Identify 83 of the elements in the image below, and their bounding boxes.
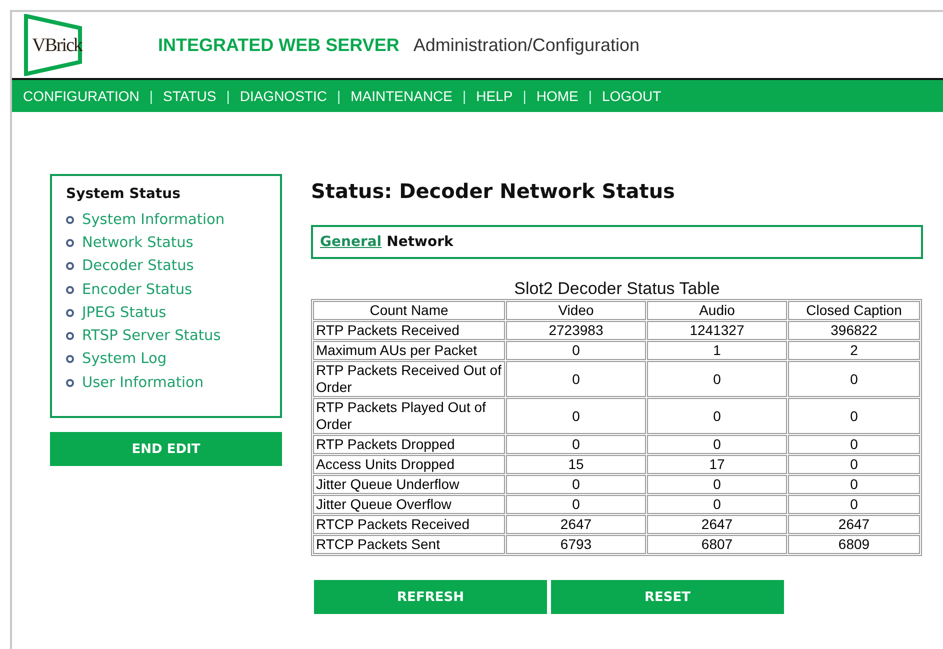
bullet-icon [66, 378, 74, 387]
product-name: INTEGRATED WEB SERVER [158, 34, 400, 56]
table-cell: RTCP Packets Received [313, 515, 505, 534]
table-cell: 17 [647, 455, 787, 474]
table-cell: 15 [506, 455, 646, 474]
table-cell: 2 [788, 341, 920, 360]
table-cell: 2647 [506, 515, 646, 534]
end-edit-button[interactable]: END EDIT [50, 432, 282, 466]
table-cell: 0 [647, 398, 787, 434]
page-title: Status: Decoder Network Status [311, 179, 676, 203]
table-cell: RTP Packets Received [313, 321, 505, 340]
table-cell: RTP Packets Played Out of Order [313, 398, 505, 434]
table-cell: 0 [788, 495, 920, 514]
table-cell: 0 [788, 398, 920, 434]
table-cell: 1241327 [647, 321, 787, 340]
table-cell: 0 [506, 495, 646, 514]
table-cell: 2647 [788, 515, 920, 534]
table-cell: 0 [506, 341, 646, 360]
nav-link[interactable]: CONFIGURATION [23, 88, 140, 104]
table-cell: 0 [647, 475, 787, 494]
sidebar-link[interactable]: JPEG Status [82, 304, 166, 321]
table-cell: 0 [647, 361, 787, 397]
bullet-icon [66, 286, 74, 294]
table-cell: 2723983 [506, 321, 646, 340]
table-cell: RTP Packets Received Out of Order [313, 361, 505, 397]
column-header: Count Name [313, 301, 505, 320]
table-cell: 0 [788, 475, 920, 494]
nav-link[interactable]: STATUS [163, 88, 216, 104]
tab[interactable]: General [320, 234, 382, 250]
table-cell: 0 [788, 361, 920, 397]
nav-link[interactable]: HOME [536, 88, 578, 104]
sidebar-link[interactable]: Network Status [82, 234, 194, 251]
bullet-icon [66, 262, 74, 270]
nav-separator: | [226, 88, 230, 104]
sidebar-link[interactable]: RTSP Server Status [82, 328, 221, 344]
column-header: Audio [647, 301, 787, 320]
table-cell: 396822 [788, 321, 920, 340]
table-cell: 0 [506, 435, 646, 454]
table-cell: 6793 [506, 535, 646, 554]
sidebar-link[interactable]: System Log [82, 351, 167, 368]
table-cell: 0 [506, 475, 646, 494]
table-cell: 0 [647, 495, 787, 514]
table-caption: Slot2 Decoder Status Table [513, 279, 721, 299]
tab[interactable]: Network [386, 234, 454, 250]
bullet-icon [66, 238, 74, 247]
refresh-button[interactable]: REFRESH [314, 580, 547, 614]
nav-link[interactable]: MAINTENANCE [350, 88, 453, 104]
nav-separator: | [588, 88, 592, 104]
table-cell: RTCP Packets Sent [313, 535, 505, 554]
table-cell: RTP Packets Dropped [313, 435, 505, 454]
column-header: Video [506, 301, 646, 320]
table-cell: 2647 [647, 515, 787, 534]
table-cell: Jitter Queue Overflow [313, 495, 505, 514]
bullet-icon [66, 332, 74, 340]
nav-separator: | [462, 88, 466, 104]
table-cell: Maximum AUs per Packet [313, 341, 505, 360]
header-subtitle: Administration/Configuration [413, 34, 640, 56]
sidebar-link[interactable]: User Information [82, 374, 204, 391]
sidebar-link[interactable]: Decoder Status [82, 258, 194, 274]
sidebar-link[interactable]: System Information [82, 212, 225, 228]
nav-link[interactable]: LOGOUT [602, 88, 662, 104]
table-cell: 6807 [647, 535, 787, 554]
table-cell: Jitter Queue Underflow [313, 475, 505, 494]
reset-button[interactable]: RESET [551, 580, 784, 614]
table-cell: 0 [788, 455, 920, 474]
nav-separator: | [522, 88, 526, 104]
column-header: Closed Caption [788, 301, 920, 320]
sidebar-link[interactable]: Encoder Status [82, 282, 192, 298]
table-cell: 0 [506, 361, 646, 397]
sidebar-title: System Status [66, 186, 182, 202]
table-cell: Access Units Dropped [313, 455, 505, 474]
table-cell: 1 [647, 341, 787, 360]
nav-separator: | [149, 88, 154, 104]
bullet-icon [66, 308, 74, 317]
nav-link[interactable]: HELP [476, 88, 513, 104]
bullet-icon [66, 216, 74, 224]
nav-link[interactable]: DIAGNOSTIC [240, 88, 327, 104]
nav-separator: | [336, 88, 341, 104]
table-cell: 0 [647, 435, 787, 454]
bullet-icon [66, 355, 74, 364]
table-cell: 6809 [788, 535, 920, 554]
table-cell: 0 [506, 398, 646, 434]
table-cell: 0 [788, 435, 920, 454]
